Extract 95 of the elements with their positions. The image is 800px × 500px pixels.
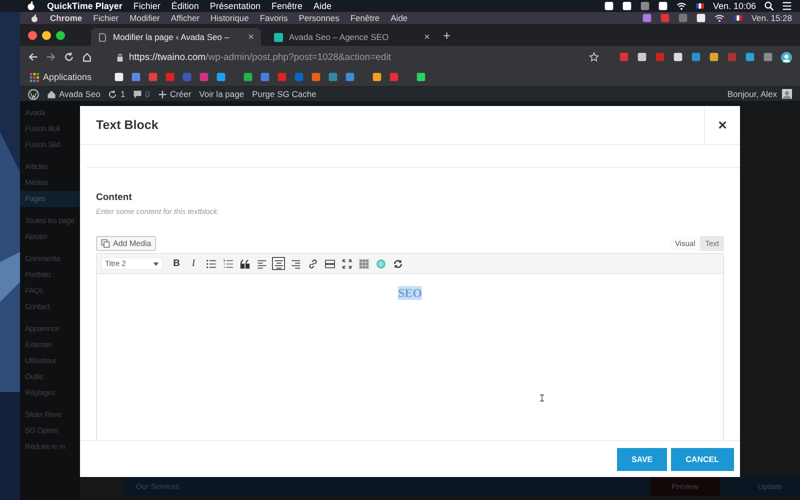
create-link[interactable]: Créer xyxy=(158,89,192,99)
browser-tab[interactable]: Avada Seo – Agence SEO × xyxy=(267,28,437,46)
admin-link[interactable]: Purge SG Cache xyxy=(252,89,316,99)
add-media-button[interactable]: Add Media xyxy=(96,236,156,251)
tab-title: Modifier la page ‹ Avada Seo – xyxy=(113,32,230,42)
menu-item[interactable]: Afficher xyxy=(170,13,200,23)
menu-item[interactable]: Personnes xyxy=(298,13,340,23)
status-icon[interactable] xyxy=(622,1,632,11)
comment-icon xyxy=(133,90,142,98)
align-center-button[interactable] xyxy=(272,257,285,270)
menu-item[interactable]: Historique xyxy=(210,13,249,23)
numbered-list-icon xyxy=(222,258,232,268)
new-tab-button[interactable]: + xyxy=(443,28,451,42)
app-menu[interactable]: Chrome xyxy=(50,13,82,23)
link-icon xyxy=(308,258,318,268)
align-center-icon xyxy=(274,258,284,268)
heading-text: SEO xyxy=(398,286,422,300)
tab-title: Avada Seo – Agence SEO xyxy=(289,32,390,42)
clock-text: Ven. 15:28 xyxy=(751,13,792,23)
home-icon[interactable] xyxy=(82,52,92,62)
link-button[interactable] xyxy=(306,257,319,270)
menu-item[interactable]: Édition xyxy=(171,1,199,11)
bookmark-item[interactable]: Applications xyxy=(30,72,92,82)
bulleted-list-icon xyxy=(206,258,216,268)
bookmark-icon[interactable] xyxy=(372,72,382,82)
fullscreen-icon xyxy=(342,258,352,268)
site-link[interactable]: Avada Seo xyxy=(47,89,100,99)
wordpress-icon[interactable] xyxy=(28,88,39,100)
numbered-list-button[interactable] xyxy=(221,257,234,270)
avatar-icon[interactable] xyxy=(781,52,792,62)
wifi-icon[interactable] xyxy=(676,1,687,11)
status-icon[interactable] xyxy=(696,13,706,23)
menu-icon[interactable] xyxy=(782,1,792,11)
lock-icon xyxy=(116,52,124,62)
close-button[interactable] xyxy=(28,30,37,40)
apps-grid-icon xyxy=(30,72,39,82)
table-button[interactable] xyxy=(357,257,370,270)
admin-link[interactable]: Voir la page xyxy=(199,89,244,99)
tab-close-button[interactable]: × xyxy=(424,32,430,42)
menu-item[interactable]: Favoris xyxy=(260,13,288,23)
bookmark-icon[interactable] xyxy=(416,72,426,82)
favicon-icon xyxy=(274,32,283,42)
field-label: Content xyxy=(96,192,133,203)
clock-text: Ven. 10:06 xyxy=(712,1,756,11)
menu-item[interactable]: Fichier xyxy=(93,13,119,23)
home-icon xyxy=(47,90,56,98)
page-icon xyxy=(98,32,107,42)
menu-item[interactable]: Aide xyxy=(314,1,332,11)
media-icon xyxy=(101,239,110,248)
menu-item[interactable]: Modifier xyxy=(130,13,160,23)
circle-icon xyxy=(376,258,386,268)
minimize-button[interactable] xyxy=(42,30,51,40)
align-left-icon xyxy=(256,258,266,268)
italic-button[interactable]: I xyxy=(187,257,200,270)
refresh-button[interactable] xyxy=(391,257,404,270)
app-menu[interactable]: QuickTime Player xyxy=(47,1,122,11)
plus-icon xyxy=(158,90,167,98)
menu-item[interactable]: Présentation xyxy=(210,1,260,11)
apple-icon[interactable] xyxy=(30,14,39,22)
dialog-title: Text Block xyxy=(95,118,158,132)
maximize-button[interactable] xyxy=(56,30,65,40)
browser-tab[interactable]: Modifier la page ‹ Avada Seo – × xyxy=(91,28,261,46)
quote-button[interactable] xyxy=(238,257,251,270)
wifi-icon[interactable] xyxy=(714,13,726,23)
star-icon[interactable] xyxy=(589,52,599,62)
reload-icon[interactable] xyxy=(64,52,74,62)
text-cursor-icon xyxy=(539,393,545,403)
refresh-icon xyxy=(392,258,402,268)
menu-item[interactable]: Fenêtre xyxy=(350,13,380,23)
horizontal-line-button[interactable] xyxy=(323,257,336,270)
forward-icon[interactable] xyxy=(46,52,56,62)
flag-icon xyxy=(733,14,744,22)
updates-link[interactable]: 1 xyxy=(108,89,126,99)
caret-icon xyxy=(153,260,159,266)
bookmark-icon[interactable] xyxy=(216,72,226,82)
status-icon[interactable] xyxy=(604,1,614,11)
menu-item[interactable]: Aide xyxy=(390,13,408,23)
apple-icon[interactable] xyxy=(26,1,36,11)
flag-icon xyxy=(694,2,705,10)
bulleted-list-button[interactable] xyxy=(204,257,217,270)
bookmark-icon[interactable] xyxy=(242,72,253,82)
bold-button[interactable]: B xyxy=(170,257,183,270)
table-icon xyxy=(358,258,368,268)
align-right-icon xyxy=(290,258,300,268)
bookmark-icon[interactable] xyxy=(114,72,124,82)
tab-close-button[interactable]: × xyxy=(248,32,254,42)
back-icon[interactable] xyxy=(28,52,38,62)
menu-item[interactable]: Fichier xyxy=(133,1,160,11)
greeting-link[interactable]: Bonjour, Alex xyxy=(727,89,777,99)
fullscreen-button[interactable] xyxy=(340,257,353,270)
status-icon[interactable] xyxy=(658,1,668,11)
quote-icon xyxy=(240,258,250,268)
search-icon[interactable] xyxy=(764,1,774,11)
refresh-icon xyxy=(108,90,118,98)
menu-item[interactable]: Fenêtre xyxy=(271,1,302,11)
